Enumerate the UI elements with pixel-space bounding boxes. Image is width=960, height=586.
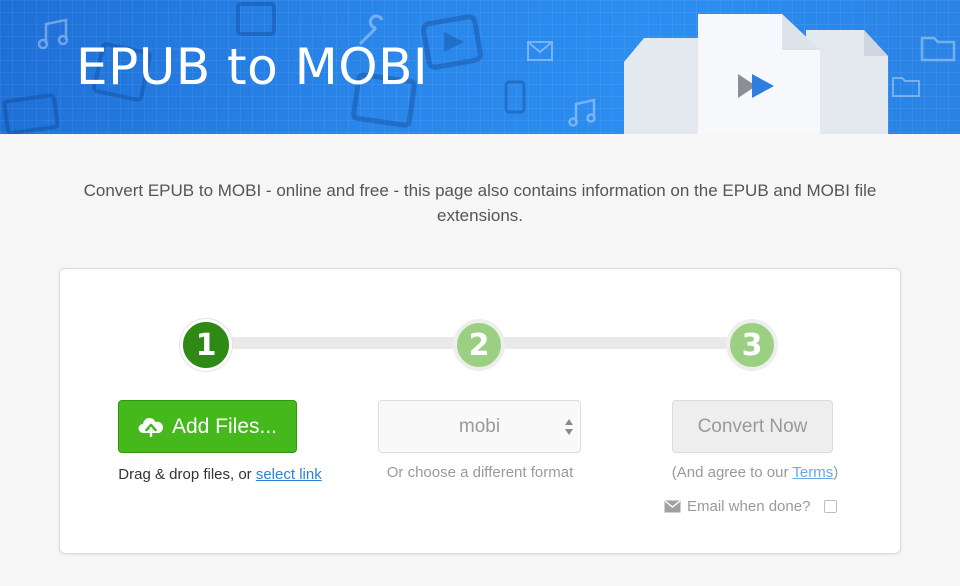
step-3-indicator: 3 <box>726 319 778 371</box>
cloud-upload-icon <box>138 417 163 438</box>
step-2-indicator: 2 <box>453 319 505 371</box>
drag-drop-hint: Drag & drop files, or select link <box>90 466 350 483</box>
intro-description: Convert EPUB to MOBI - online and free -… <box>83 181 877 225</box>
format-hint: Or choose a different format <box>386 464 574 481</box>
add-files-label: Add Files... <box>171 414 278 438</box>
terms-suffix: ) <box>833 464 839 481</box>
convert-now-button[interactable]: Convert Now <box>672 400 833 453</box>
music-note-icon <box>568 98 596 127</box>
terms-prefix: (And agree to our <box>671 464 793 481</box>
terms-notice: (And agree to our Terms) <box>640 464 870 481</box>
document-icon <box>624 14 888 134</box>
video-icon <box>421 14 483 70</box>
format-selected-value: mobi <box>458 415 501 437</box>
drag-drop-text: Drag & drop files, or <box>118 466 256 483</box>
frame-icon <box>236 2 276 36</box>
mail-icon <box>527 41 553 61</box>
music-note-icon <box>37 18 69 50</box>
wallet-icon <box>2 93 60 134</box>
phone-icon <box>504 80 526 114</box>
select-arrows-icon <box>565 419 573 435</box>
email-checkbox[interactable] <box>824 499 838 513</box>
email-option: Email when done? <box>664 496 838 516</box>
folder-icon <box>920 36 956 62</box>
add-files-button[interactable]: Add Files... <box>118 400 297 453</box>
step-1-indicator: 1 <box>180 319 232 371</box>
page-title: EPUB to MOBI <box>76 38 429 96</box>
select-link[interactable]: select link <box>256 466 322 483</box>
envelope-icon <box>664 499 681 512</box>
header-banner: EPUB to MOBI <box>0 0 960 134</box>
folder-icon <box>892 77 920 97</box>
email-label: Email when done? <box>687 497 811 515</box>
terms-link[interactable]: Terms <box>792 464 833 481</box>
format-select[interactable]: mobi <box>378 400 581 453</box>
